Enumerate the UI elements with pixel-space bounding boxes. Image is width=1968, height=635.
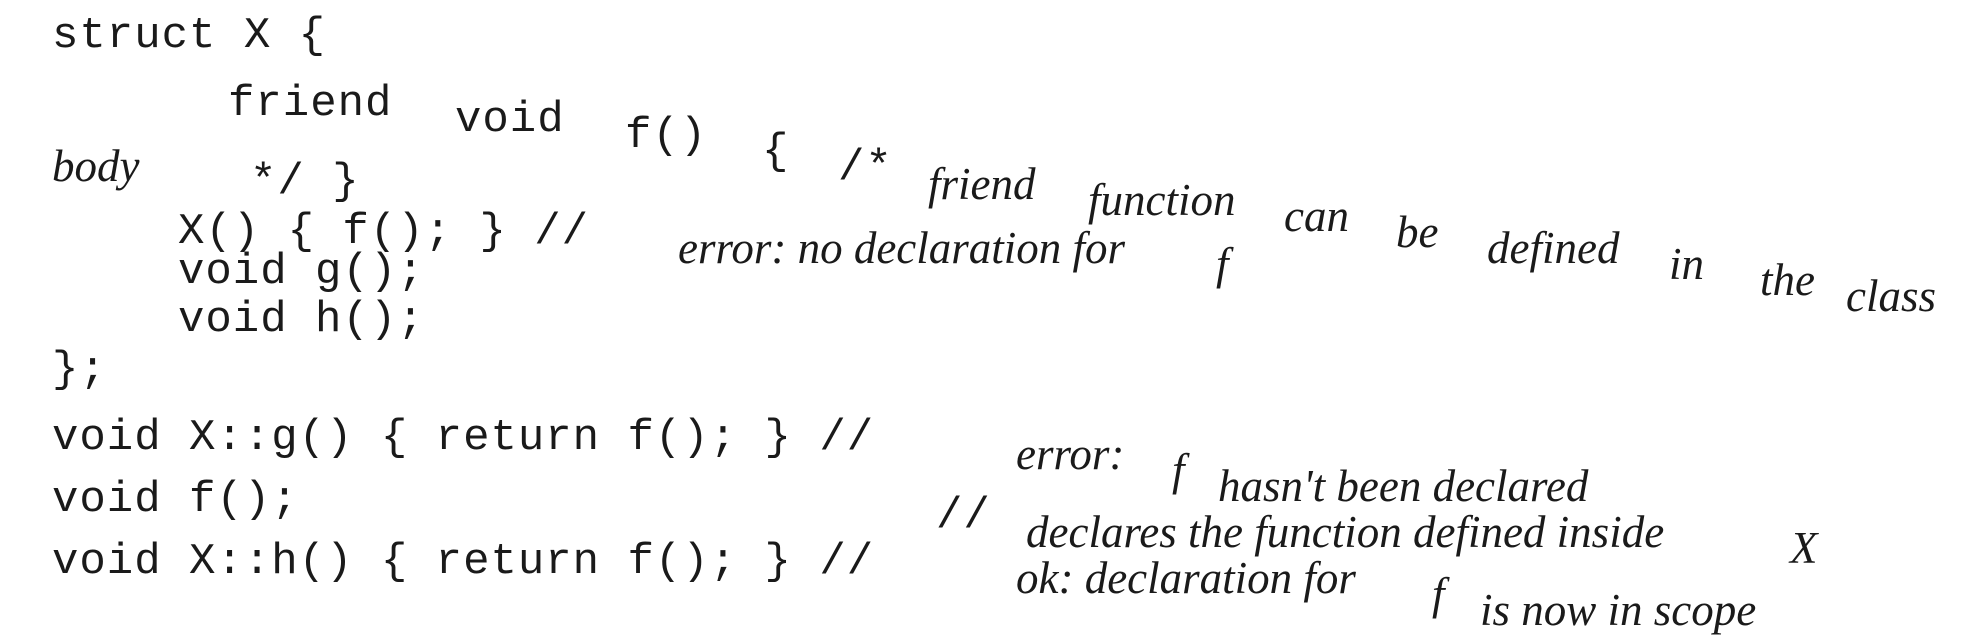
code-line-comment-continuation: body */ } bbox=[0, 128, 1968, 205]
comment-word: the bbox=[1760, 255, 1815, 305]
code-line-decl-g: void g(); bbox=[178, 247, 425, 297]
comment-identifier: f bbox=[1432, 569, 1445, 619]
code-token: void X::h() { return f(); } // bbox=[52, 537, 875, 587]
code-line-decl-h: void h(); bbox=[178, 295, 425, 345]
comment-text: body bbox=[52, 141, 140, 191]
comment-text: is now in scope bbox=[1480, 585, 1757, 635]
code-line-define-h: void X::h() { return f(); } // ok: decla… bbox=[0, 524, 1968, 633]
code-line-struct-close: }; bbox=[52, 345, 107, 395]
code-token: void X::g() { return f(); } // bbox=[52, 413, 875, 463]
code-token: void f(); bbox=[52, 475, 299, 525]
code-line-declare-f: void f(); // declares the function defin… bbox=[0, 462, 1968, 571]
comment-word: class bbox=[1846, 271, 1936, 321]
code-line-struct-open: struct X { bbox=[52, 11, 327, 61]
comment-identifier: f bbox=[1216, 239, 1229, 289]
code-line-friend-definition: friend void f() { /* friend function can… bbox=[0, 66, 1968, 319]
code-line-constructor: X() { f(); } // error: no declaration fo… bbox=[0, 194, 1968, 287]
comment-text: error: no declaration for bbox=[678, 223, 1126, 273]
comment-text: ok: declaration for bbox=[1016, 553, 1356, 603]
code-line-define-g: void X::g() { return f(); } // error: f … bbox=[0, 400, 1968, 509]
comment-word: in bbox=[1669, 239, 1705, 289]
code-token: friend bbox=[228, 79, 393, 129]
code-example-page: struct X { friend void f() { /* friend f… bbox=[0, 0, 1968, 633]
